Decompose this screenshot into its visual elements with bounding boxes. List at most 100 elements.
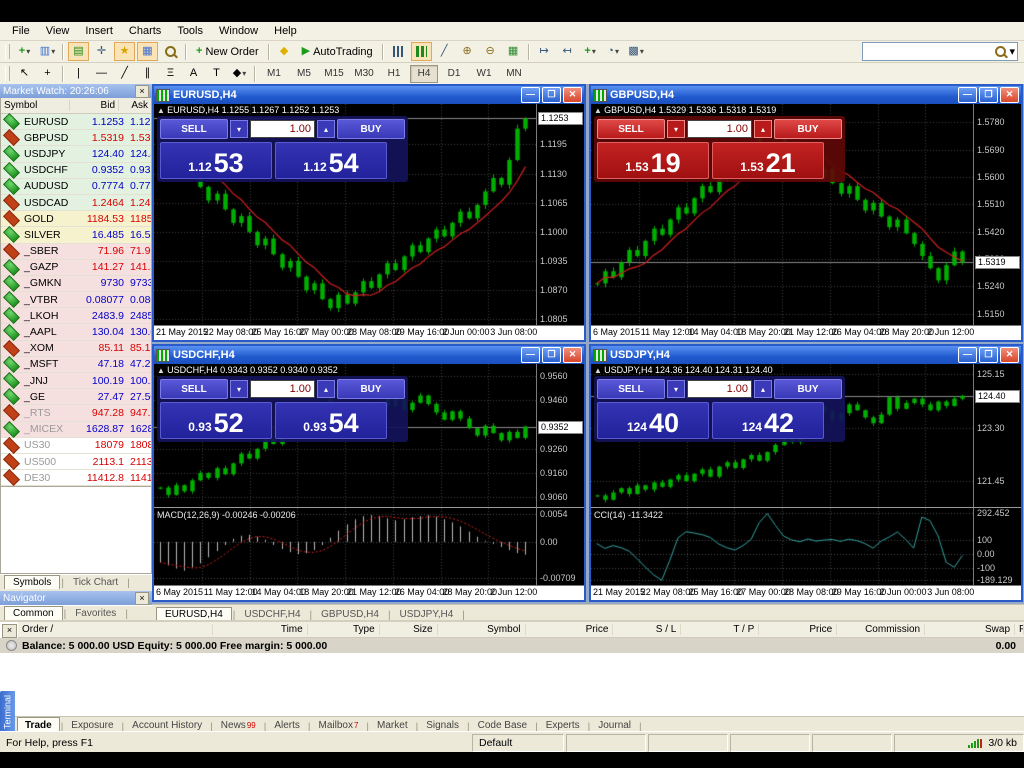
market-watch-row[interactable]: EURUSD1.12531.1254 [1,114,151,130]
price-scale[interactable]: 1.57801.56901.56001.55101.54201.53301.52… [973,104,1021,326]
volume-step-up-icon[interactable]: ▴ [754,120,772,138]
strategy-tester-toggle[interactable] [160,42,181,61]
channel-tool[interactable]: ∥ [137,64,158,83]
menu-charts[interactable]: Charts [121,24,169,38]
volume-input[interactable]: 1.00 [687,120,752,138]
market-watch-row[interactable]: _XOM85.1185.15 [1,341,151,357]
volume-dropdown-icon[interactable]: ▾ [667,380,685,398]
terminal-column-order[interactable]: Order / [18,624,213,635]
minimize-icon[interactable]: — [958,347,977,363]
maximize-icon[interactable]: ❐ [542,87,561,103]
search-input[interactable] [865,45,992,59]
minimize-icon[interactable]: — [958,87,977,103]
text-label-tool[interactable]: T [206,64,227,83]
volume-input[interactable]: 1.00 [250,380,315,398]
terminal-column-price[interactable]: Price [759,624,837,635]
menu-tools[interactable]: Tools [169,24,211,38]
chart-tab-eurusd[interactable]: EURUSD,H4 [156,607,232,621]
close-icon[interactable]: ✕ [563,347,582,363]
sell-price[interactable]: 1.1253 [160,142,272,179]
price-scale[interactable]: 0.95600.94600.92600.91600.90600.93520.00… [536,364,584,586]
candlestick-mode-button[interactable] [411,42,432,61]
date-axis[interactable]: 21 May 201522 May 08:0025 May 16:0027 Ma… [591,585,1021,600]
tab-tick-chart[interactable]: Tick Chart [65,576,126,589]
terminal-column-size[interactable]: Size [380,624,438,635]
terminal-side-tab[interactable]: Terminal [0,691,15,733]
market-watch-row[interactable]: US5002113.12113.5 [1,454,151,470]
timeframe-h1[interactable]: H1 [380,65,408,83]
market-watch-row[interactable]: AUDUSD0.77740.7776 [1,179,151,195]
navigator-close-icon[interactable]: × [135,592,149,605]
volume-dropdown-icon[interactable]: ▾ [230,120,248,138]
buy-price[interactable]: 0.9354 [275,402,387,439]
timeframe-w1[interactable]: W1 [470,65,498,83]
arrows-tool[interactable]: ◆▾ [229,64,250,83]
market-watch-toggle[interactable]: ▤ [68,42,89,61]
market-watch-row[interactable]: _SBER71.9671.99 [1,244,151,260]
terminal-column-symbol[interactable]: Symbol [438,624,526,635]
volume-dropdown-icon[interactable]: ▾ [230,380,248,398]
horizontal-line-tool[interactable]: — [91,64,112,83]
sell-button[interactable]: SELL [160,379,228,399]
volume-step-up-icon[interactable]: ▴ [754,380,772,398]
market-watch-row[interactable]: _VTBR0.080770.08084 [1,292,151,308]
market-watch-row[interactable]: US301807918080 [1,438,151,454]
column-header[interactable]: Bid [69,100,118,111]
bar-chart-mode-button[interactable] [388,42,409,61]
chart-window-titlebar[interactable]: USDCHF,H4 — ❐ ✕ [154,346,584,364]
vertical-line-tool[interactable]: | [68,64,89,83]
sell-price[interactable]: 0.9352 [160,402,272,439]
terminal-column-type[interactable]: Type [308,624,380,635]
fibonacci-tool[interactable]: Ξ [160,64,181,83]
toolbar-grip[interactable] [5,44,10,59]
chart-body[interactable]: ▲ USDCHF,H4 0.9343 0.9352 0.9340 0.9352 … [154,364,584,600]
chart-body[interactable]: ▲ EURUSD,H4 1.1255 1.1267 1.1252 1.1253 … [154,104,584,340]
maximize-icon[interactable]: ❐ [979,347,998,363]
timeframe-m5[interactable]: M5 [290,65,318,83]
tab-favorites[interactable]: Favorites [67,607,124,620]
market-watch-row[interactable]: _GE27.4727.50 [1,389,151,405]
timeframe-m1[interactable]: M1 [260,65,288,83]
market-watch-row[interactable]: SILVER16.48516.535 [1,227,151,243]
chart-window-titlebar[interactable]: GBPUSD,H4 — ❐ ✕ [591,86,1021,104]
zoom-out-button[interactable]: ⊖ [480,42,501,61]
market-watch-row[interactable]: GOLD1184.531185.03 [1,211,151,227]
tile-windows-button[interactable]: ▦ [503,42,524,61]
cursor-tool[interactable]: ↖ [14,64,35,83]
minimize-icon[interactable]: — [521,347,540,363]
terminal-column-sl[interactable]: S / L [613,624,681,635]
close-icon[interactable]: ✕ [1000,87,1019,103]
menu-help[interactable]: Help [266,24,305,38]
chart-body[interactable]: ▲ GBPUSD,H4 1.5329 1.5336 1.5318 1.5319 … [591,104,1021,340]
volume-step-up-icon[interactable]: ▴ [317,380,335,398]
status-profile[interactable]: Default [472,734,564,752]
terminal-column-time[interactable]: Time [213,624,308,635]
market-watch-row[interactable]: _LKOH2483.92485.5 [1,308,151,324]
toolbar-grip[interactable] [5,66,10,81]
date-axis[interactable]: 6 May 201511 May 12:0014 May 04:0018 May… [154,585,584,600]
new-order-button[interactable]: +New Order [191,42,264,61]
chart-body[interactable]: ▲ USDJPY,H4 124.36 124.40 124.31 124.40 … [591,364,1021,600]
market-watch-row[interactable]: _MSFT47.1847.21 [1,357,151,373]
autotrading-button[interactable]: ▶AutoTrading [297,42,378,61]
auto-scroll-button[interactable]: ↦ [534,42,555,61]
market-watch-row[interactable]: _MICEX1628.871628.87 [1,422,151,438]
data-window-toggle[interactable]: ✛ [91,42,112,61]
buy-button[interactable]: BUY [774,119,842,139]
buy-button[interactable]: BUY [337,379,405,399]
buy-button[interactable]: BUY [337,119,405,139]
navigator-toggle[interactable]: ★ [114,42,135,61]
price-scale[interactable]: 125.15123.30121.45124.40292.4521000.00-1… [973,364,1021,586]
market-watch-row[interactable]: DE3011412.811413.8 [1,470,151,486]
buy-price[interactable]: 1.1254 [275,142,387,179]
market-watch-row[interactable]: _GAZP141.27141.31 [1,260,151,276]
column-header[interactable]: Symbol [1,100,69,111]
price-scale[interactable]: 1.11951.11301.10651.10001.09351.08701.08… [536,104,584,326]
periods-button[interactable]: ◔▾ [603,42,624,61]
chart-window-usdchf[interactable]: USDCHF,H4 — ❐ ✕ ▲ USDCHF,H4 0.9343 0.935… [152,344,586,602]
date-axis[interactable]: 21 May 201522 May 08:0025 May 16:0027 Ma… [154,325,584,340]
column-header[interactable]: Ask [118,100,151,111]
timeframe-d1[interactable]: D1 [440,65,468,83]
sell-button[interactable]: SELL [597,379,665,399]
new-chart-button[interactable]: +▾ [14,42,35,61]
